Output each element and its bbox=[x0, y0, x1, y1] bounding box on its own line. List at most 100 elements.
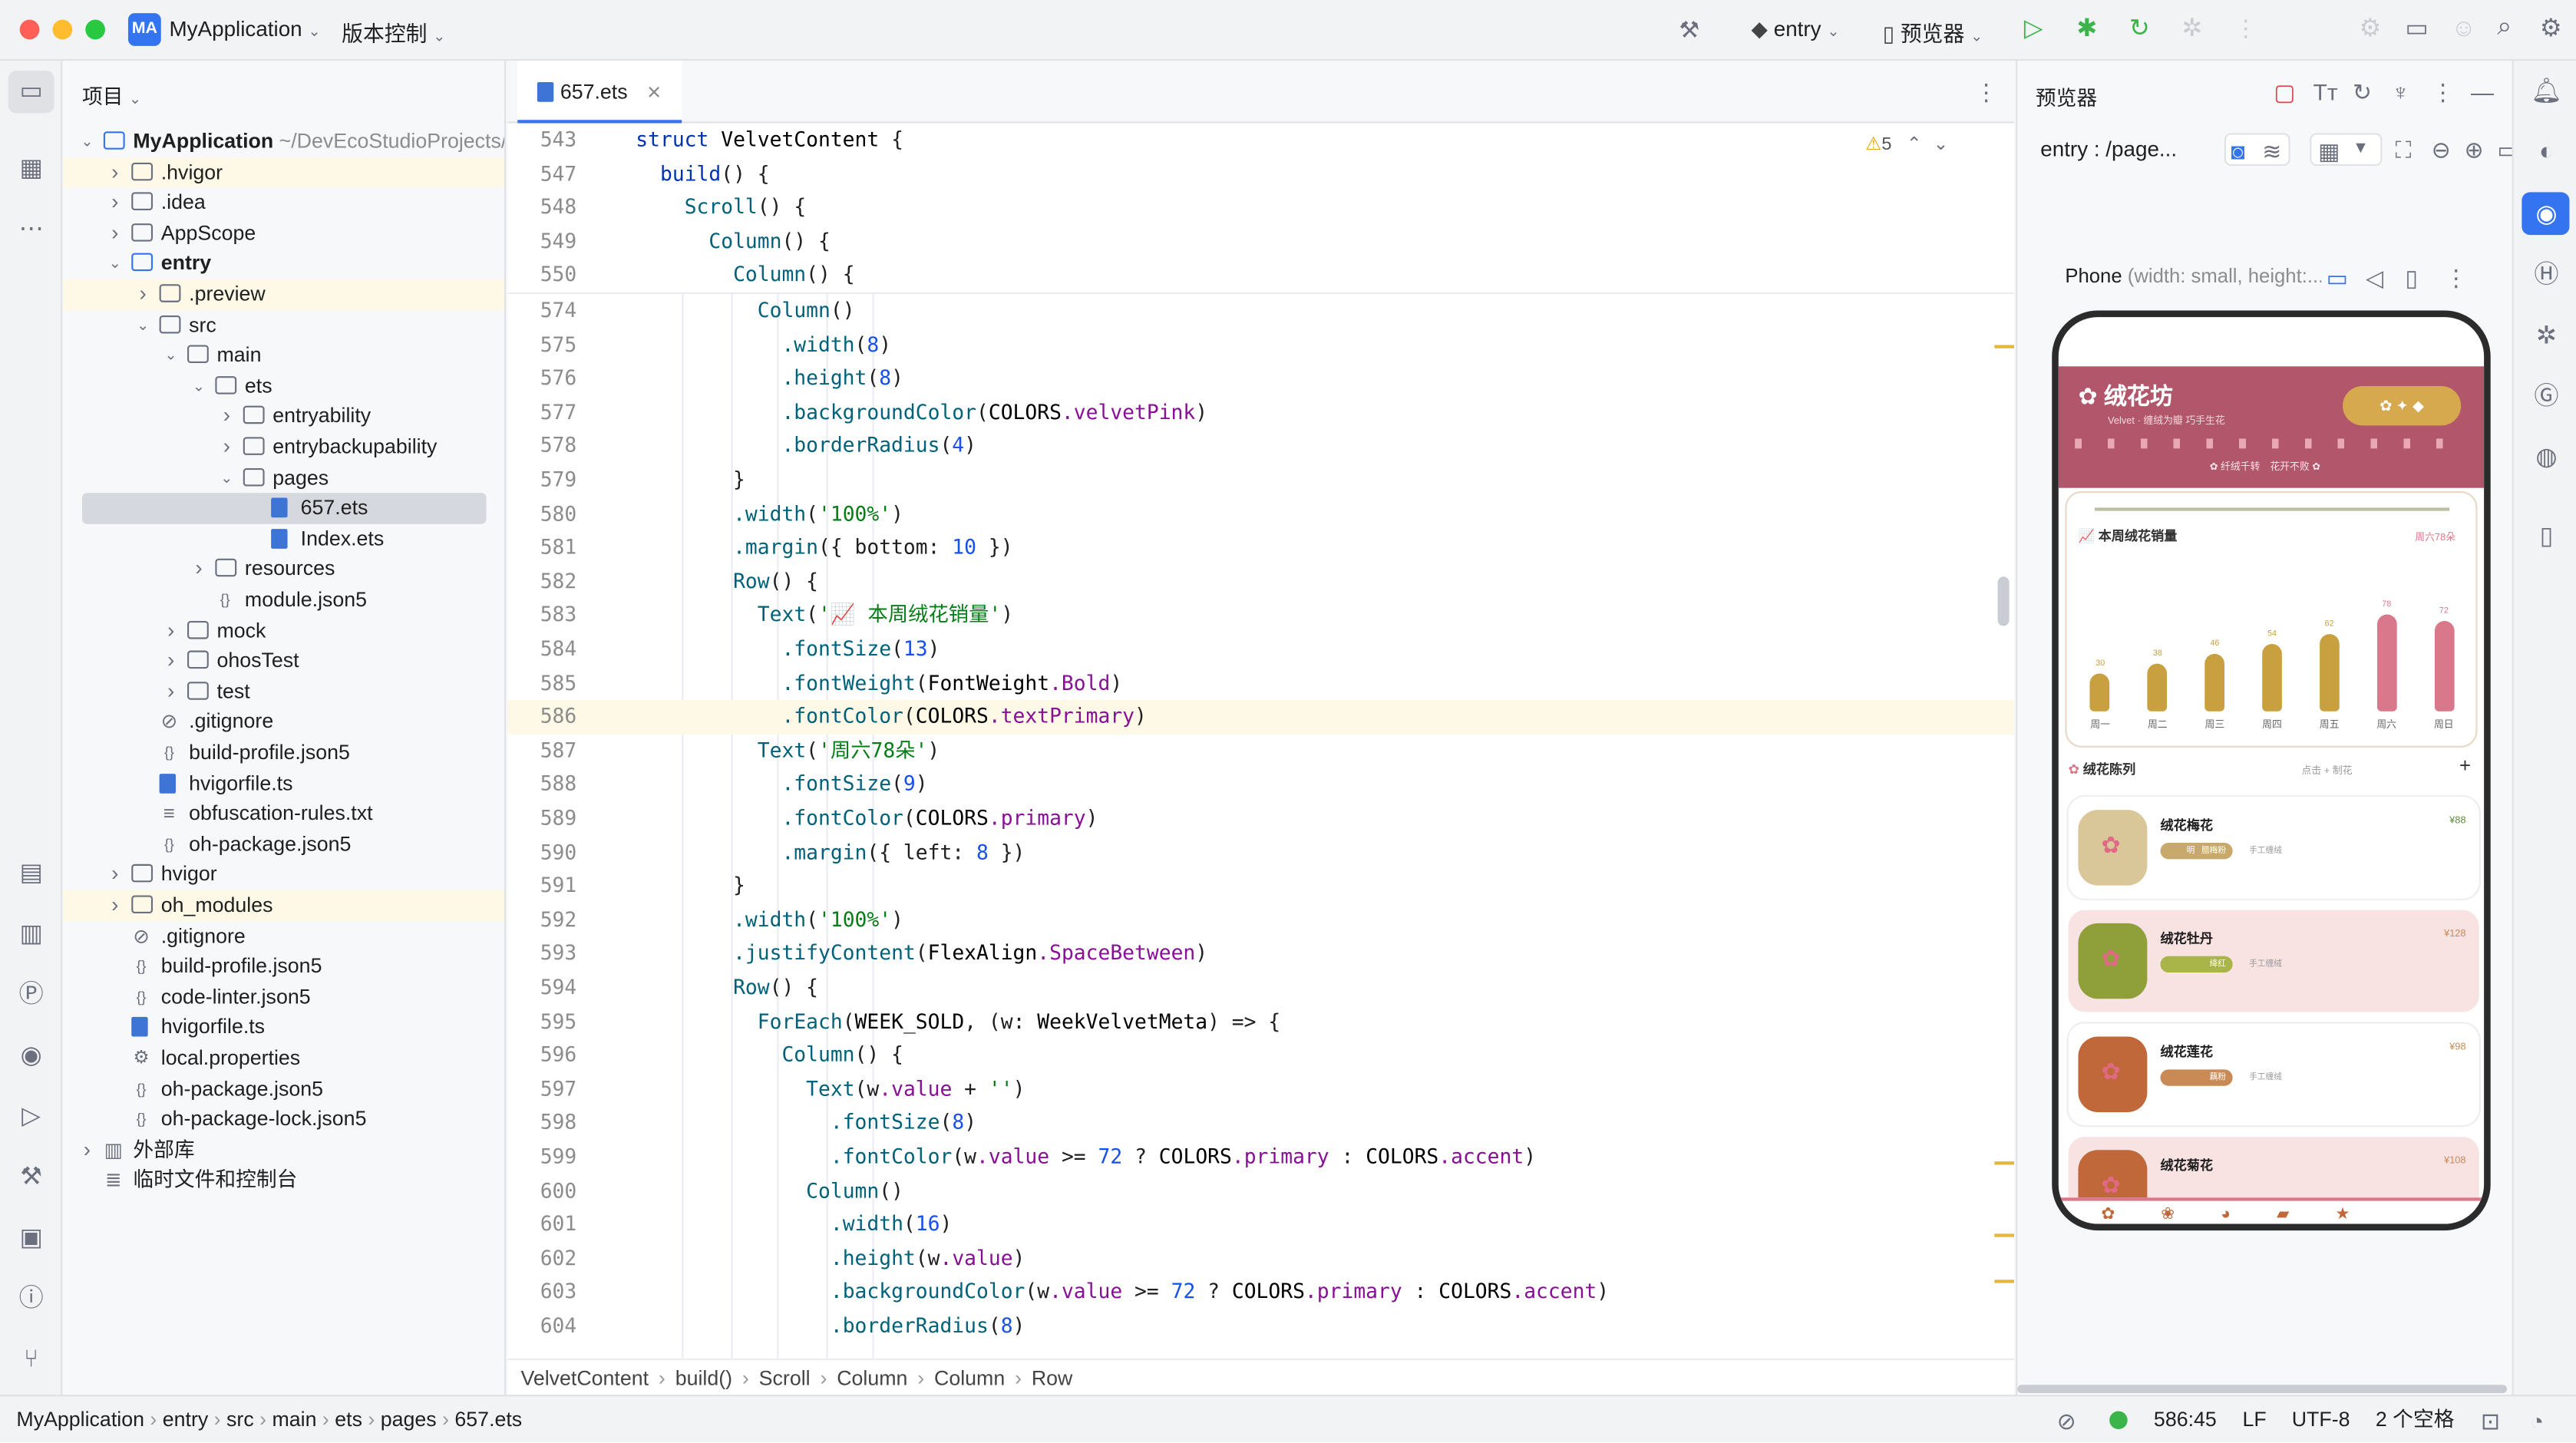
code-line[interactable]: 581 .margin({ bottom: 10 }) bbox=[507, 531, 2014, 565]
line-number[interactable]: 594 bbox=[507, 971, 577, 1005]
line-number[interactable]: 601 bbox=[507, 1208, 577, 1242]
code-line[interactable]: 574 Column() bbox=[507, 294, 2014, 328]
chevron-right-icon[interactable]: › bbox=[79, 1135, 95, 1166]
tree-item[interactable]: › hvigor bbox=[62, 860, 504, 890]
code-line[interactable]: 594 Row() { bbox=[507, 971, 2014, 1005]
harmony-icon[interactable]: Ⓗ bbox=[2530, 263, 2563, 287]
velvet-card[interactable]: ✿ 绒花牡丹 ¥128 绛红 手工缠绒 bbox=[2068, 910, 2479, 1012]
line-number[interactable]: 604 bbox=[507, 1309, 577, 1343]
code-line[interactable]: 601 .width(16) bbox=[507, 1208, 2014, 1242]
tree-item[interactable]: › oh_modules bbox=[62, 890, 505, 922]
code-line[interactable]: 579 } bbox=[507, 464, 2014, 497]
chevron-right-icon[interactable]: › bbox=[163, 676, 179, 707]
breadcrumb-item[interactable]: Column bbox=[837, 1367, 907, 1390]
code-line[interactable]: 586 .fontColor(COLORS.textPrimary) bbox=[507, 700, 2015, 735]
font-size-icon[interactable]: Tт bbox=[2313, 81, 2338, 104]
chevron-right-icon[interactable]: › bbox=[135, 279, 151, 310]
path-item[interactable]: src bbox=[226, 1408, 254, 1431]
device-settings-icon[interactable]: ▭ bbox=[2327, 266, 2348, 289]
tree-item[interactable]: › entryability bbox=[62, 401, 504, 432]
tab-more-icon[interactable]: ⋮ bbox=[1975, 81, 1998, 104]
path-item[interactable]: MyApplication bbox=[16, 1408, 144, 1431]
add-icon[interactable]: + bbox=[2459, 754, 2471, 777]
device-icon[interactable]: ▯ bbox=[2530, 524, 2563, 549]
path-item[interactable]: entry bbox=[163, 1408, 208, 1431]
code-line[interactable]: 589 .fontColor(COLORS.primary) bbox=[507, 801, 2014, 835]
header-badge[interactable]: ✿ ✦ ◆ bbox=[2343, 385, 2462, 426]
git-icon[interactable]: ⑂ bbox=[15, 1347, 48, 1372]
code-line[interactable]: 543 struct VelvetContent { bbox=[507, 124, 2014, 157]
tree-item[interactable]: ⌄ MyApplication ~/DevEcoStudioProjects/M bbox=[62, 127, 504, 157]
layout-toggle[interactable]: ▦ ▼ bbox=[2310, 133, 2383, 167]
gear-icon[interactable]: ✲ bbox=[2530, 324, 2563, 348]
path-item[interactable]: ets bbox=[335, 1408, 362, 1431]
tree-item[interactable]: › .hvigor bbox=[62, 157, 505, 188]
code-line[interactable]: 547 build() { bbox=[507, 157, 2014, 191]
status-ok-icon[interactable] bbox=[2109, 1411, 2128, 1430]
tree-item[interactable]: ⚙ local.properties bbox=[62, 1043, 504, 1074]
device-selector[interactable]: ▯ 预览器 ⌄ bbox=[1883, 16, 1983, 48]
warning-stripe[interactable] bbox=[1994, 1280, 2015, 1283]
indent-setting[interactable]: 2 个空格 bbox=[2376, 1396, 2455, 1442]
breadcrumb-item[interactable]: VelvetContent bbox=[520, 1367, 649, 1390]
tree-item[interactable]: ⌄ entry bbox=[62, 249, 504, 279]
inspector-icon[interactable]: ◉ bbox=[15, 1043, 48, 1068]
line-number[interactable]: 547 bbox=[507, 157, 577, 191]
line-number[interactable]: 588 bbox=[507, 768, 577, 801]
multi-device-icon[interactable]: ▯ bbox=[2405, 266, 2418, 289]
warning-stripe[interactable] bbox=[1994, 345, 2015, 348]
build-hammer-icon[interactable]: ⚒ bbox=[1679, 18, 1699, 41]
tree-item[interactable]: ⌄ pages bbox=[62, 463, 504, 494]
line-number[interactable]: 550 bbox=[507, 259, 577, 292]
file-encoding[interactable]: UTF-8 bbox=[2292, 1396, 2350, 1442]
chevron-down-icon[interactable]: ⌄ bbox=[1934, 135, 1949, 155]
editor-scrollbar[interactable] bbox=[1997, 576, 2010, 626]
line-number[interactable]: 597 bbox=[507, 1072, 577, 1106]
inspector-toggle[interactable]: ◙ ≋ bbox=[2224, 133, 2290, 167]
build-icon[interactable]: ⚒ bbox=[15, 1164, 48, 1189]
eye-icon[interactable]: ◉ bbox=[2530, 202, 2563, 226]
line-number[interactable]: 586 bbox=[507, 700, 577, 734]
zoom-out-icon[interactable]: ⊖ bbox=[2432, 138, 2451, 161]
gear-icon[interactable]: ⚙ bbox=[2540, 16, 2562, 41]
line-number[interactable]: 580 bbox=[507, 497, 577, 531]
code-line[interactable]: 577 .backgroundColor(COLORS.velvetPink) bbox=[507, 395, 2014, 429]
run-icon[interactable]: ▷ bbox=[2024, 16, 2043, 41]
chevron-right-icon[interactable]: › bbox=[107, 157, 123, 188]
tree-item[interactable]: ⌄ src bbox=[62, 310, 504, 341]
tree-item[interactable]: › mock bbox=[62, 616, 504, 646]
code-line[interactable]: 600 Column() bbox=[507, 1174, 2014, 1207]
code-line[interactable]: 548 Scroll() { bbox=[507, 191, 2014, 225]
breadcrumb-item[interactable]: Row bbox=[1032, 1367, 1073, 1390]
tree-item[interactable]: ⌄ main bbox=[62, 340, 504, 371]
codegenie-icon[interactable]: ◐ bbox=[2530, 140, 2563, 164]
tree-item[interactable]: Index.ets bbox=[62, 523, 504, 554]
tree-item[interactable]: › ohosTest bbox=[62, 646, 504, 677]
chevron-down-icon[interactable]: ⌄ bbox=[219, 463, 235, 494]
line-number[interactable]: 595 bbox=[507, 1005, 577, 1038]
code-line[interactable]: 549 Column() { bbox=[507, 225, 2014, 259]
close-icon[interactable]: ✕ bbox=[646, 84, 662, 104]
gradle-icon[interactable]: Ⓖ bbox=[2530, 385, 2563, 409]
warning-stripe[interactable] bbox=[1994, 1161, 2015, 1165]
stop-icon[interactable]: ✲ bbox=[2181, 16, 2202, 41]
breadcrumb-item[interactable]: build() bbox=[675, 1367, 732, 1390]
tree-item[interactable]: › ▥ 外部库 bbox=[62, 1135, 504, 1166]
line-number[interactable]: 579 bbox=[507, 464, 577, 497]
breadcrumb-item[interactable]: Column bbox=[934, 1367, 1005, 1390]
line-number[interactable]: 574 bbox=[507, 294, 577, 328]
search-icon[interactable]: ⌕ bbox=[2497, 14, 2512, 41]
more-icon[interactable]: ⋮ bbox=[2432, 81, 2455, 104]
line-number[interactable]: 548 bbox=[507, 191, 577, 225]
line-number[interactable]: 584 bbox=[507, 632, 577, 666]
code-line[interactable]: 587 Text('周六78朵') bbox=[507, 734, 2014, 768]
inspection-widget[interactable]: ⚠5 ⌃ ⌄ bbox=[1865, 133, 1949, 155]
tree-item[interactable]: 657.ets bbox=[82, 493, 487, 524]
settings-sync-icon[interactable]: ⚙ bbox=[2359, 16, 2381, 41]
line-number[interactable]: 575 bbox=[507, 328, 577, 362]
chevron-down-icon[interactable]: ⌄ bbox=[163, 340, 179, 371]
problems-icon[interactable]: ⓘ bbox=[15, 1286, 48, 1311]
line-number[interactable]: 589 bbox=[507, 801, 577, 835]
memory-icon[interactable]: ◔ bbox=[2530, 1409, 2544, 1432]
line-number[interactable]: 599 bbox=[507, 1140, 577, 1174]
